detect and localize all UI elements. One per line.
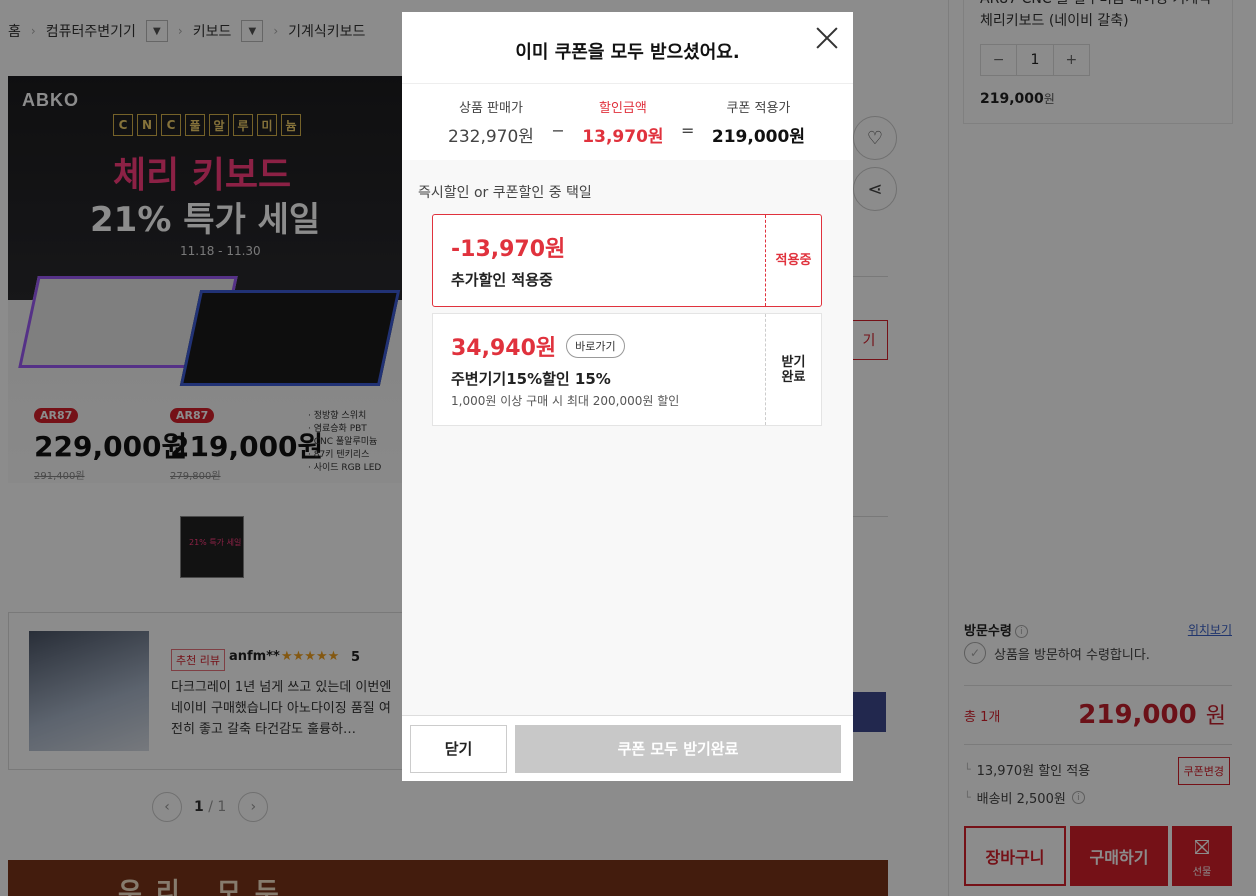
equals-sign: = (681, 120, 695, 140)
discount-value: 13,970원 (582, 127, 664, 147)
coupon-item-instant[interactable]: -13,970원 추가할인 적용중 적용중 (432, 214, 822, 307)
price-summary: 상품 판매가 232,970원 − 할인금액 13,970원 = 쿠폰 적용가 … (402, 84, 853, 160)
close-button[interactable]: 닫기 (410, 724, 507, 773)
modal-footer: 닫기 쿠폰 모두 받기완료 (402, 715, 853, 781)
coupon-status-line: 받기 (781, 354, 806, 370)
coupon-name: 추가할인 적용중 (451, 271, 553, 289)
coupon-info: 34,940원 바로가기 주변기기15%할인 15% 1,000원 이상 구매 … (433, 314, 765, 425)
modal-header: 이미 쿠폰을 모두 받으셨어요. (402, 12, 853, 84)
final-price-col: 쿠폰 적용가 219,000원 (712, 97, 805, 147)
coupon-status-line: 완료 (781, 369, 806, 385)
coupon-status-applied[interactable]: 적용중 (765, 215, 821, 306)
sale-price-col: 상품 판매가 232,970원 (448, 97, 534, 147)
discount-col: 할인금액 13,970원 (582, 97, 663, 147)
coupon-name: 주변기기15%할인 15% (451, 370, 611, 388)
coupon-info: -13,970원 추가할인 적용중 (433, 215, 765, 306)
modal-title: 이미 쿠폰을 모두 받으셨어요. (515, 42, 740, 63)
minus-sign: − (551, 120, 565, 140)
close-icon[interactable] (813, 24, 841, 52)
sale-price-value: 232,970원 (448, 127, 534, 147)
receive-all-coupons-button[interactable]: 쿠폰 모두 받기완료 (515, 724, 841, 773)
coupon-description: 1,000원 이상 구매 시 최대 200,000원 할인 (451, 394, 680, 408)
final-price-label: 쿠폰 적용가 (726, 101, 791, 116)
choose-discount-title: 즉시할인 or 쿠폰할인 중 택일 (418, 185, 592, 201)
coupon-modal: 이미 쿠폰을 모두 받으셨어요. 상품 판매가 232,970원 − 할인금액 … (402, 12, 853, 781)
coupon-amount: -13,970원 (451, 231, 747, 263)
coupon-status-text: 받기 완료 (782, 355, 806, 385)
discount-label: 할인금액 (599, 101, 647, 116)
coupon-status-received[interactable]: 받기 완료 (765, 314, 821, 425)
coupon-amount-value: -13,970원 (451, 237, 566, 262)
final-price-value: 219,000원 (711, 127, 805, 147)
sale-price-label: 상품 판매가 (459, 101, 523, 116)
goto-button[interactable]: 바로가기 (566, 334, 625, 358)
coupon-amount: 34,940원 바로가기 (451, 330, 747, 362)
coupon-amount-value: 34,940원 (451, 336, 557, 361)
coupon-list-area: 즉시할인 or 쿠폰할인 중 택일 -13,970원 추가할인 적용중 적용중 … (402, 160, 853, 715)
coupon-item-peripheral[interactable]: 34,940원 바로가기 주변기기15%할인 15% 1,000원 이상 구매 … (432, 313, 822, 426)
